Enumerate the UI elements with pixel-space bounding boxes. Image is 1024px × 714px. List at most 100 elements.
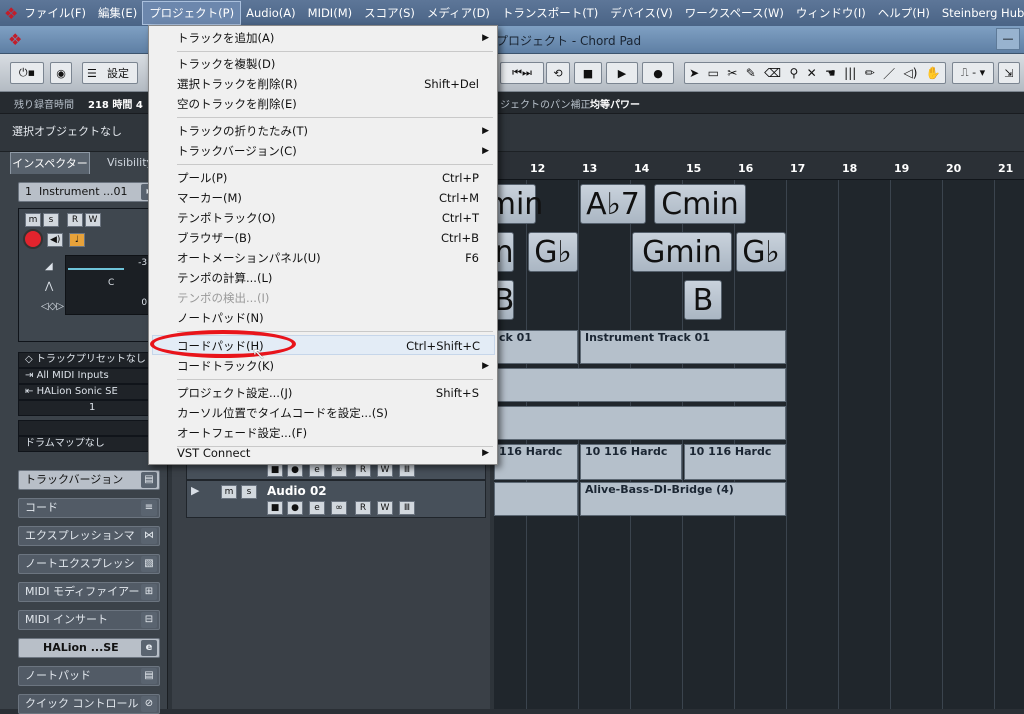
menu-audio[interactable]: Audio(A) — [240, 2, 302, 24]
note-icon[interactable]: ♩ — [69, 233, 85, 247]
mute-button[interactable]: m — [25, 213, 41, 227]
menu-media[interactable]: メディア(D) — [421, 2, 496, 24]
minimize-button[interactable]: — — [996, 28, 1020, 50]
menu-item-browser[interactable]: ブラウザー(B) Ctrl+B — [177, 228, 493, 248]
cycle-icon[interactable]: ⟲ — [546, 62, 570, 84]
write-button[interactable]: W — [85, 213, 101, 227]
chord-event[interactable]: A♭7 — [580, 184, 646, 224]
track-small-button[interactable]: ■ — [267, 501, 283, 515]
pointer-icon[interactable]: ➤ — [689, 66, 699, 80]
section-midi-inserts[interactable]: MIDI インサート ⊟ — [18, 610, 160, 630]
tab-inspector[interactable]: インスペクター — [10, 152, 90, 174]
draw-icon[interactable]: ✏ — [865, 66, 875, 80]
menu-item-markers[interactable]: マーカー(M) Ctrl+M — [177, 188, 493, 208]
section-expression-map[interactable]: エクスプレッションマ ⋈ — [18, 526, 160, 546]
menu-item-track-versions[interactable]: トラックバージョン(C) ▶ — [177, 141, 493, 161]
line-icon[interactable]: ／ — [883, 65, 895, 82]
audio-event[interactable]: 116 Hardc — [494, 444, 578, 480]
stop-icon[interactable]: ■ — [574, 62, 602, 84]
track-small-button[interactable]: e — [309, 463, 325, 477]
midi-part[interactable]: ck 01 — [494, 330, 578, 364]
section-note-expression[interactable]: ノートエクスプレッシ ▧ — [18, 554, 160, 574]
track-mute-button[interactable]: m — [221, 485, 237, 499]
read-button[interactable]: R — [67, 213, 83, 227]
menu-workspaces[interactable]: ワークスペース(W) — [679, 2, 790, 24]
solo-button[interactable]: s — [43, 213, 59, 227]
track-small-button[interactable]: W — [377, 463, 393, 477]
tool-palette[interactable]: ➤ ▭ ✂ ✎ ⌫ ⚲ ✕ ☚ ||| ✏ ／ ◁) ✋ — [684, 62, 946, 84]
menu-item-remove-empty-tracks[interactable]: 空のトラックを削除(E) — [177, 94, 493, 114]
menu-item-remove-selected-tracks[interactable]: 選択トラックを削除(R) Shift+Del — [177, 74, 493, 94]
track-audio-02[interactable]: ▶ m s Audio 02 ■ ● e ∞ R W Ⅲ — [186, 480, 486, 518]
audio-event[interactable]: Alive-Bass-DI-Bridge (4) — [580, 482, 786, 516]
track-small-button[interactable]: ∞ — [331, 463, 347, 477]
chord-event[interactable]: Gmin — [632, 232, 732, 272]
midi-input-select[interactable]: ⇥ All MIDI Inputs — [18, 368, 160, 384]
audio-event[interactable]: 10 116 Hardc — [580, 444, 682, 480]
glue-icon[interactable]: ✎ — [746, 66, 756, 80]
menu-window[interactable]: ウィンドウ(I) — [790, 2, 872, 24]
track-small-button[interactable]: Ⅲ — [399, 501, 415, 515]
comp-icon[interactable]: ||| — [844, 66, 856, 80]
menu-item-project-setup[interactable]: プロジェクト設定...(J) Shift+S — [177, 383, 493, 403]
constrain-icon[interactable]: ◉ — [50, 62, 72, 84]
midi-part[interactable]: Instrument Track 01 — [580, 330, 786, 364]
pan-law-value[interactable]: 均等パワー — [590, 96, 640, 111]
chord-event[interactable]: B — [684, 280, 722, 320]
expand-track-icon[interactable]: ▶ — [191, 484, 199, 497]
menu-item-track-folding[interactable]: トラックの折りたたみ(T) ▶ — [177, 121, 493, 141]
menu-midi[interactable]: MIDI(M) — [302, 2, 358, 24]
snap-type-icon[interactable]: ⎍ - ▾ — [952, 62, 994, 84]
menu-help[interactable]: ヘルプ(H) — [872, 2, 936, 24]
drum-map-select[interactable]: ドラムマップなし — [18, 436, 160, 452]
midi-output-select[interactable]: ⇤ HALion Sonic SE — [18, 384, 160, 400]
expand-icon[interactable]: ⇲ — [998, 62, 1020, 84]
audio-event[interactable]: 10 116 Hardc — [684, 444, 786, 480]
menu-item-chord-track[interactable]: コードトラック(K) ▶ — [177, 356, 493, 376]
track-small-button[interactable]: R — [355, 463, 371, 477]
audio-event[interactable] — [494, 482, 578, 516]
section-track-versions[interactable]: トラックバージョン ▤ — [18, 470, 160, 490]
range-icon[interactable]: ▭ — [708, 66, 719, 80]
menu-steinberg-hub[interactable]: Steinberg Hub(N) — [936, 2, 1024, 24]
menu-item-notepad[interactable]: ノートパッド(N) — [177, 308, 493, 328]
section-midi-modifiers[interactable]: MIDI モディファイアー ⊞ — [18, 582, 160, 602]
track-small-button[interactable]: ∞ — [331, 501, 347, 515]
menu-project[interactable]: プロジェクト(P) — [142, 1, 242, 25]
menu-item-automation-panel[interactable]: オートメーションパネル(U) F6 — [177, 248, 493, 268]
color-icon[interactable]: ✋ — [926, 66, 941, 80]
menu-item-beat-calculator[interactable]: テンポの計算...(L) — [177, 268, 493, 288]
monitor-icon[interactable]: ◀) — [47, 233, 64, 247]
section-instrument[interactable]: HALion ...SE e — [18, 638, 160, 658]
section-chord[interactable]: コード ≡ — [18, 498, 160, 518]
automation-lane[interactable] — [494, 406, 786, 440]
track-small-button[interactable]: e — [309, 501, 325, 515]
ruler[interactable]: 12 13 14 15 16 17 18 19 20 21 — [494, 152, 1024, 180]
menu-item-auto-fades[interactable]: オートフェード設定...(F) — [177, 423, 493, 443]
section-notepad[interactable]: ノートパッド ▤ — [18, 666, 160, 686]
menu-item-add-track[interactable]: トラックを追加(A) ▶ — [177, 28, 493, 48]
menu-item-pool[interactable]: プール(P) Ctrl+P — [177, 168, 493, 188]
play-tool-icon[interactable]: ◁) — [903, 66, 917, 80]
event-display[interactable]: min A♭7 Cmin n G♭ Gmin G♭ B B ck 01 Inst… — [487, 180, 1024, 709]
menu-item-duplicate-track[interactable]: トラックを複製(D) — [177, 54, 493, 74]
rewind-icon[interactable]: ⏮⏭ — [500, 62, 544, 84]
play-icon[interactable]: ▶ — [606, 62, 638, 84]
track-solo-button[interactable]: s — [241, 485, 257, 499]
chord-event[interactable]: G♭ — [736, 232, 786, 272]
track-name[interactable]: Audio 02 — [267, 484, 327, 498]
track-small-button[interactable]: ■ — [267, 463, 283, 477]
record-enable-button[interactable] — [23, 229, 43, 249]
track-small-button[interactable]: Ⅲ — [399, 463, 415, 477]
midi-channel[interactable]: 1 — [18, 400, 160, 416]
zoom-icon[interactable]: ⚲ — [789, 66, 798, 80]
program-select[interactable] — [18, 420, 160, 436]
menu-edit[interactable]: 編集(E) — [92, 2, 143, 24]
track-preset[interactable]: ◇ トラックプリセットなし — [18, 352, 160, 368]
erase-icon[interactable]: ⌫ — [764, 66, 781, 80]
track-small-button[interactable]: R — [355, 501, 371, 515]
split-icon[interactable]: ✂ — [727, 66, 737, 80]
midi-part-empty[interactable] — [494, 368, 786, 402]
chord-event[interactable]: G♭ — [528, 232, 578, 272]
chord-event[interactable]: Cmin — [654, 184, 746, 224]
